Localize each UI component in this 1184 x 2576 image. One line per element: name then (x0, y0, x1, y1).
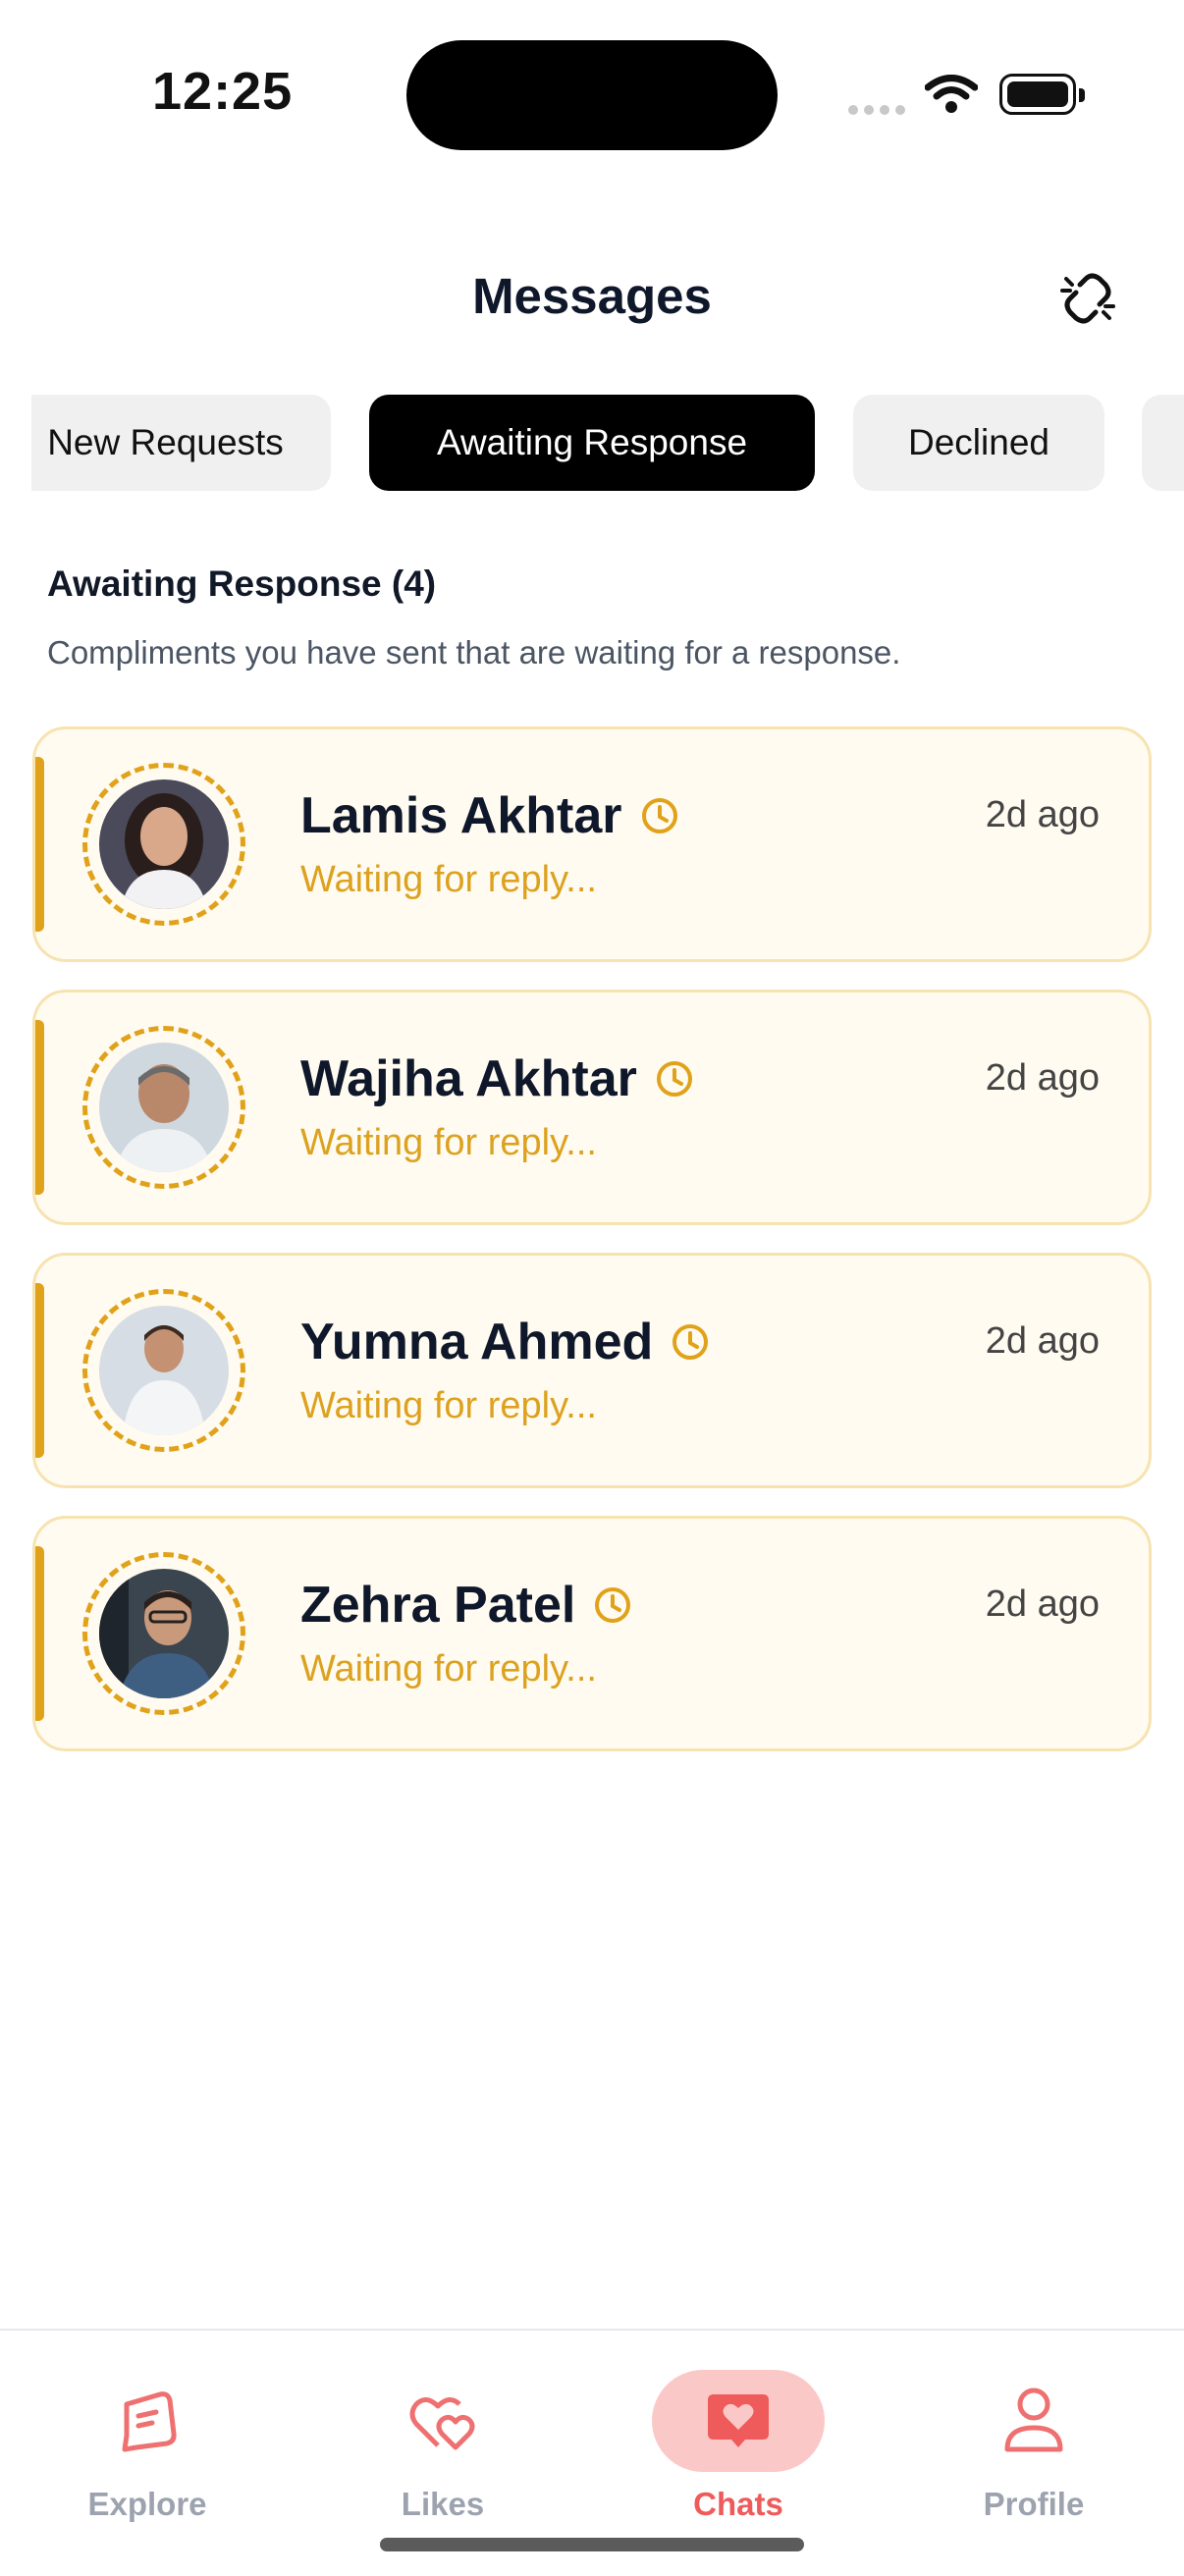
wifi-icon (925, 75, 978, 113)
avatar[interactable] (99, 1306, 229, 1435)
tab-label: Declined (908, 422, 1049, 462)
chat-name-text: Wajiha Akhtar (300, 1050, 637, 1107)
chat-name: Yumna Ahmed (300, 1313, 710, 1371)
avatar[interactable] (99, 1569, 229, 1698)
home-indicator (380, 2538, 804, 2551)
card-accent-bar (35, 1283, 44, 1458)
nav-profile[interactable]: Profile (936, 2360, 1132, 2527)
avatar[interactable] (99, 1043, 229, 1172)
chat-card[interactable]: Lamis Akhtar Waiting for reply... 2d ago (32, 726, 1152, 962)
tab-new-requests[interactable]: New Requests (0, 395, 331, 491)
nav-label: Explore (87, 2486, 207, 2522)
explore-icon (122, 2391, 177, 2452)
tab-awaiting-response[interactable]: Awaiting Response (369, 395, 815, 491)
chat-time: 2d ago (985, 1057, 1100, 1099)
clock-icon (595, 1587, 631, 1623)
nav-icon-wrap (947, 2370, 1120, 2472)
battery-icon (999, 74, 1085, 115)
clock-icon (656, 1061, 692, 1097)
nav-label: Profile (983, 2486, 1085, 2522)
avatar-ring (82, 1289, 245, 1452)
clock-icon (641, 798, 677, 833)
page-title: Messages (472, 268, 712, 324)
section-title: Awaiting Response (4) (47, 564, 437, 604)
chat-name: Zehra Patel (300, 1576, 632, 1635)
hearts-icon (409, 2397, 475, 2450)
dynamic-island (406, 40, 778, 150)
chat-name-text: Yumna Ahmed (300, 1314, 654, 1370)
chat-preview: Waiting for reply... (300, 1385, 597, 1426)
nav-icon-wrap (356, 2370, 529, 2472)
tab-bar: New Requests Awaiting Response Declined (0, 395, 1184, 491)
tab-more[interactable] (1142, 395, 1184, 491)
chat-time: 2d ago (985, 1320, 1100, 1362)
chat-heart-icon (708, 2394, 769, 2447)
chat-card[interactable]: Zehra Patel Waiting for reply... 2d ago (32, 1516, 1152, 1751)
tab-label: New Requests (47, 422, 284, 462)
link-break-icon[interactable] (1058, 269, 1117, 328)
card-accent-bar (35, 1546, 44, 1721)
status-time: 12:25 (152, 62, 294, 121)
nav-likes[interactable]: Likes (345, 2360, 541, 2527)
nav-icon-wrap (61, 2370, 234, 2472)
avatar-ring (82, 1552, 245, 1715)
chat-preview: Waiting for reply... (300, 1648, 597, 1690)
clock-icon (673, 1324, 709, 1360)
chat-name: Lamis Akhtar (300, 786, 679, 845)
tab-label: Awaiting Response (436, 422, 748, 462)
tab-edge-mask (0, 395, 31, 491)
nav-label: Chats (693, 2486, 783, 2522)
cellular-signal-icon (848, 102, 911, 120)
card-accent-bar (35, 1020, 44, 1195)
chat-name: Wajiha Akhtar (300, 1049, 694, 1108)
nav-chats[interactable]: Chats (640, 2360, 836, 2527)
chat-time: 2d ago (985, 1583, 1100, 1625)
chat-card[interactable]: Wajiha Akhtar Waiting for reply... 2d ag… (32, 990, 1152, 1225)
chat-card[interactable]: Yumna Ahmed Waiting for reply... 2d ago (32, 1253, 1152, 1488)
tab-declined[interactable]: Declined (853, 395, 1104, 491)
nav-icon-wrap (652, 2370, 825, 2472)
chat-name-text: Lamis Akhtar (300, 787, 622, 844)
section-subtitle: Compliments you have sent that are waiti… (47, 634, 901, 671)
chat-preview: Waiting for reply... (300, 859, 597, 900)
avatar[interactable] (99, 779, 229, 909)
status-bar: 12:25 (0, 0, 1184, 187)
nav-label: Likes (401, 2486, 485, 2522)
card-accent-bar (35, 757, 44, 932)
nav-explore[interactable]: Explore (49, 2360, 245, 2527)
avatar-ring (82, 763, 245, 926)
chat-name-text: Zehra Patel (300, 1577, 576, 1634)
profile-icon (1004, 2388, 1063, 2452)
chat-preview: Waiting for reply... (300, 1122, 597, 1163)
avatar-ring (82, 1026, 245, 1189)
chat-time: 2d ago (985, 794, 1100, 835)
